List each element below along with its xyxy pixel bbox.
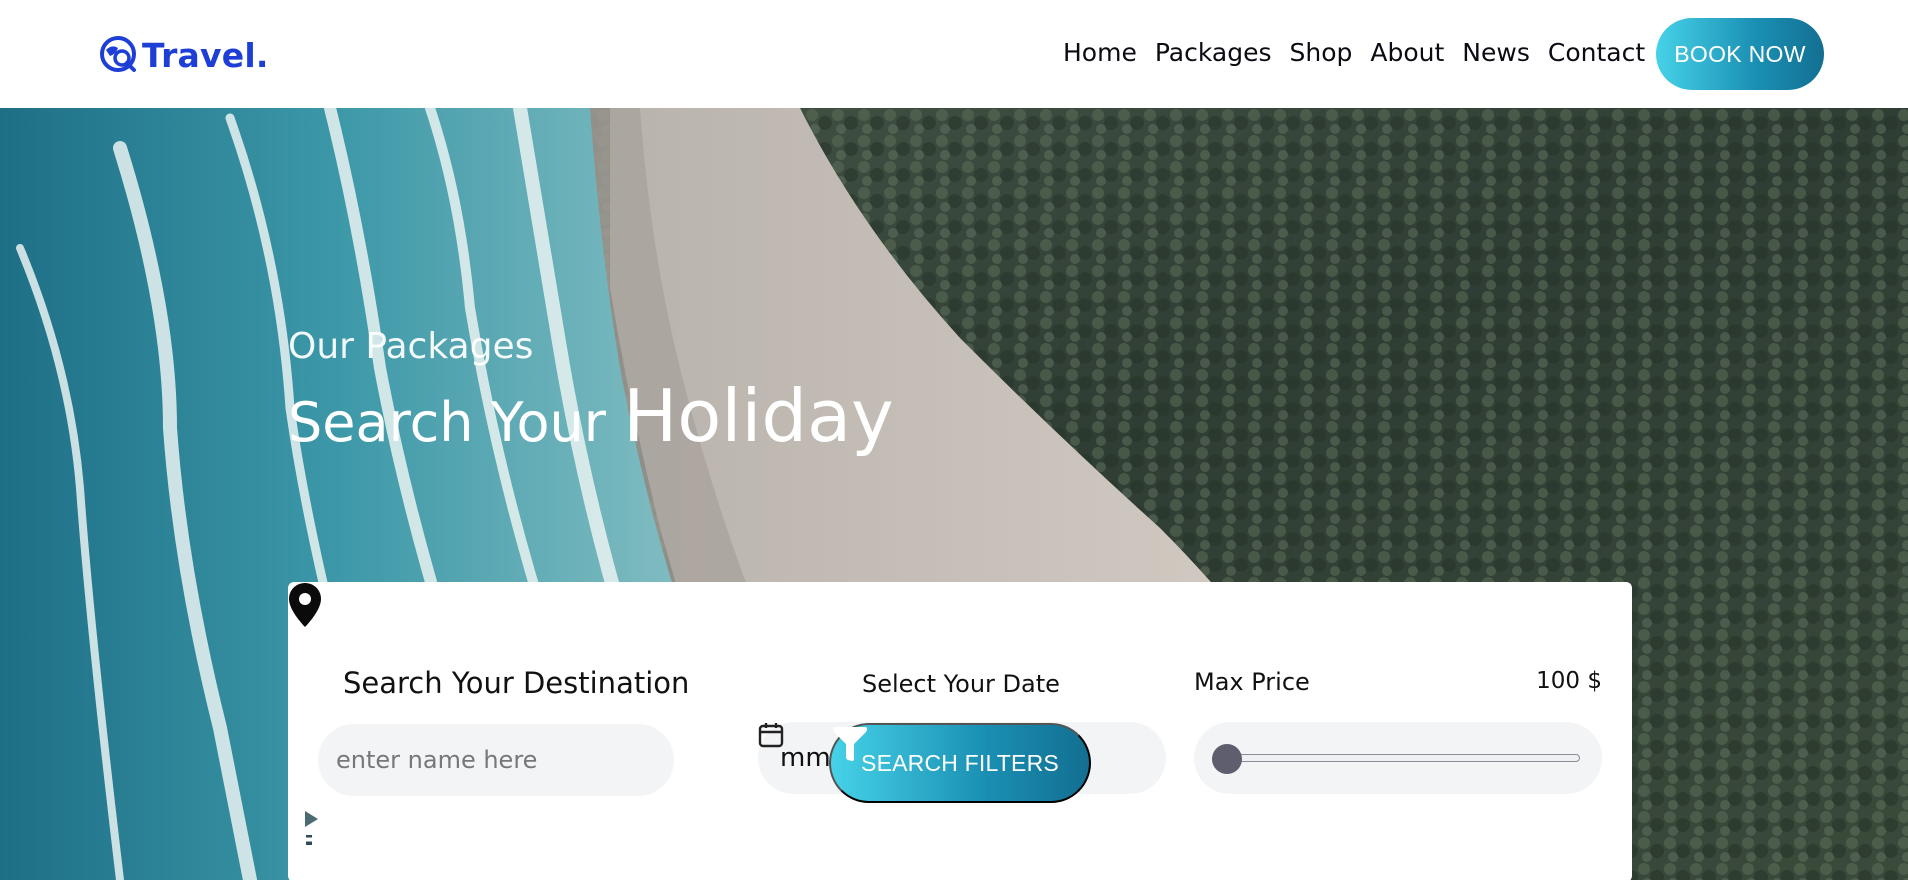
logo[interactable]: Travel. [98,34,269,76]
calendar-icon[interactable] [758,722,784,748]
price-slider-track[interactable] [1226,754,1580,762]
destination-input[interactable] [318,724,674,796]
logo-text: Travel. [142,35,269,75]
hero-subtitle: Our Packages [288,326,534,367]
price-slider-thumb[interactable] [1212,744,1242,774]
max-price-label: Max Price [1194,668,1310,696]
globe-search-icon [100,36,136,72]
site-header: Travel. Home Packages Shop About News Co… [0,0,1908,108]
youtube-icon[interactable] [288,802,332,836]
nav-shop[interactable]: Shop [1289,38,1352,67]
filter-funnel-icon [833,727,867,761]
hero-title-part1: Search Your [288,391,624,454]
book-now-button[interactable]: BOOK NOW [1656,18,1824,90]
date-label: Select Your Date [862,670,1060,698]
location-pin-icon [289,583,321,627]
search-filters-button[interactable]: SEARCH FILTERS [829,723,1091,803]
hero-title-part2: Holiday [623,374,894,458]
nav-contact[interactable]: Contact [1548,38,1645,67]
max-price-value: 100 $ [1536,668,1602,694]
hero-title: Search Your Holiday [288,374,894,458]
nav-about[interactable]: About [1370,38,1444,67]
main-nav: Home Packages Shop About News Contact [1063,38,1645,67]
hero-section: Our Packages Search Your Holiday Search … [0,108,1908,880]
nav-packages[interactable]: Packages [1155,38,1272,67]
destination-label: Search Your Destination [343,666,690,700]
search-filters-label: SEARCH FILTERS [861,749,1059,776]
nav-home[interactable]: Home [1063,38,1137,67]
nav-news[interactable]: News [1462,38,1530,67]
price-slider[interactable] [1194,722,1602,794]
